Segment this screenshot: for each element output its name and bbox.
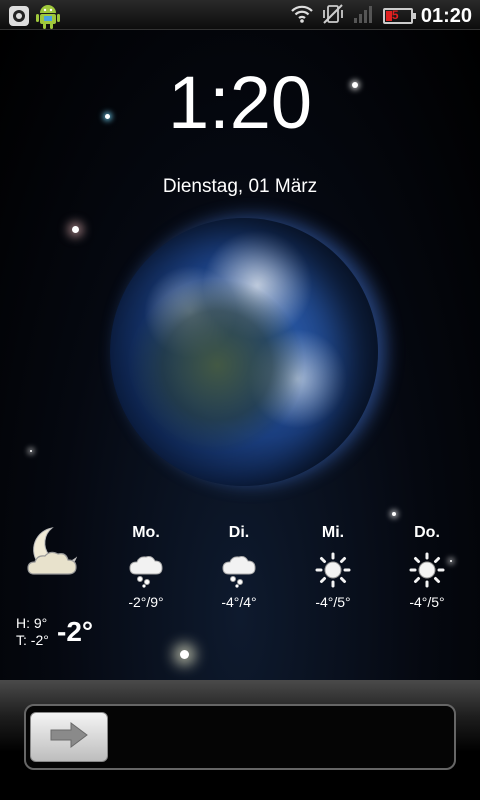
wifi-icon (291, 4, 313, 28)
forecast-day: Do. -4°/5° (387, 524, 467, 610)
earth-globe (110, 218, 378, 486)
unlock-bar (0, 680, 480, 800)
weather-high-low: H: 9° T: -2° (16, 615, 49, 649)
moon-cloud-icon (22, 527, 86, 590)
lockscreen-clock: 1:20 (167, 61, 313, 144)
snow-cloud-icon (221, 552, 257, 588)
sun-icon (409, 552, 445, 588)
notification-icon (8, 5, 30, 31)
unlock-slider-track[interactable] (24, 704, 456, 770)
weather-low: T: -2° (16, 632, 49, 648)
star (30, 450, 32, 452)
star (180, 650, 189, 659)
snow-cloud-icon (128, 552, 164, 588)
forecast-temp: -4°/5° (315, 594, 351, 610)
sun-icon (315, 552, 351, 588)
unlock-slider-handle[interactable] (30, 712, 108, 762)
lockscreen-date: Dienstag, 01 März (162, 176, 318, 197)
forecast-day: Mi. -4°/5° (293, 524, 373, 610)
forecast-temp: -4°/5° (409, 594, 445, 610)
battery-level: 5 (391, 8, 399, 22)
battery-icon: 5 (382, 8, 416, 24)
star (392, 512, 396, 516)
forecast-day-label: Di. (228, 524, 250, 541)
status-bar[interactable]: 5 01:20 (0, 0, 480, 30)
star (72, 226, 79, 233)
arrow-right-icon (49, 721, 89, 753)
signal-bars-icon (353, 4, 375, 28)
weather-current-temp: -2° (57, 616, 94, 647)
weather-current[interactable] (22, 522, 86, 590)
weather-high: H: 9° (16, 615, 48, 631)
forecast-temp: -4°/4° (221, 594, 257, 610)
android-robot-icon (36, 3, 60, 33)
vibrate-off-icon (321, 3, 345, 29)
forecast-temp: -2°/9° (128, 594, 164, 610)
forecast-day-label: Do. (414, 524, 440, 541)
forecast-day: Mo. -2°/9° (106, 524, 186, 610)
forecast-day-label: Mi. (321, 524, 345, 541)
status-time: 01:20 (420, 4, 472, 27)
forecast-day-label: Mo. (132, 524, 160, 541)
forecast-day: Di. -4°/4° (199, 524, 279, 610)
